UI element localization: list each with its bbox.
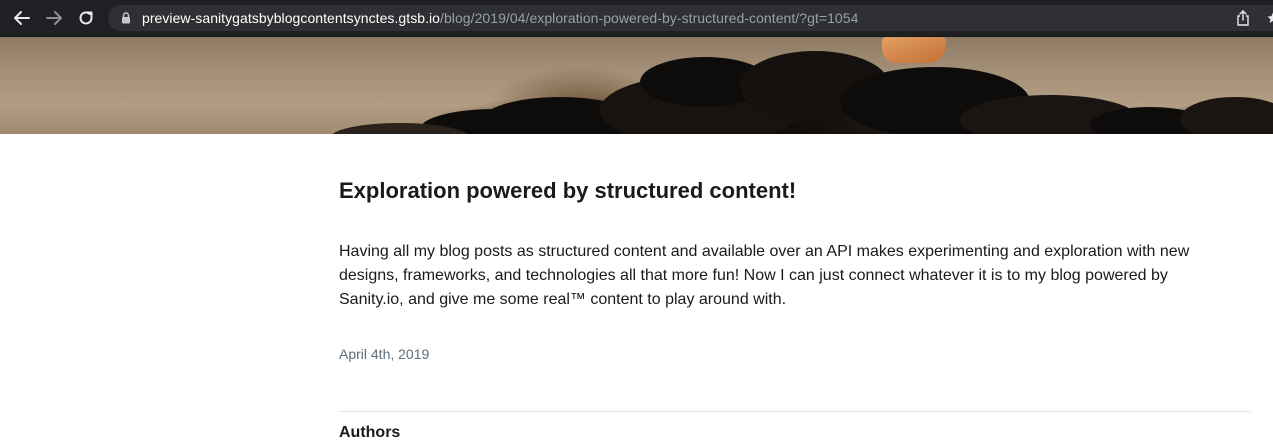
share-icon[interactable] bbox=[1236, 10, 1250, 26]
authors-heading: Authors bbox=[339, 424, 401, 441]
back-arrow-icon bbox=[14, 11, 30, 25]
hero-image bbox=[0, 37, 1273, 134]
browser-toolbar: preview-sanitygatsbyblogcontentsynctes.g… bbox=[0, 0, 1273, 37]
forward-arrow-icon bbox=[46, 11, 62, 25]
divider bbox=[339, 411, 1251, 412]
reload-button[interactable] bbox=[75, 8, 97, 28]
back-button[interactable] bbox=[11, 8, 33, 28]
url-path: /blog/2019/04/exploration-powered-by-str… bbox=[440, 10, 859, 26]
forward-button[interactable] bbox=[43, 8, 65, 28]
reload-icon bbox=[79, 11, 93, 25]
lock-icon bbox=[122, 12, 130, 24]
post-date: April 4th, 2019 bbox=[339, 346, 430, 362]
url-text[interactable]: preview-sanitygatsbyblogcontentsynctes.g… bbox=[142, 10, 858, 26]
post-body: Having all my blog posts as structured c… bbox=[339, 243, 1190, 308]
post-title: Exploration powered by structured conten… bbox=[339, 178, 797, 203]
star-icon[interactable] bbox=[1267, 12, 1273, 24]
url-host: preview-sanitygatsbyblogcontentsynctes.g… bbox=[142, 10, 441, 26]
address-bar[interactable]: preview-sanitygatsbyblogcontentsynctes.g… bbox=[108, 5, 1273, 31]
boot-detail bbox=[882, 37, 946, 63]
